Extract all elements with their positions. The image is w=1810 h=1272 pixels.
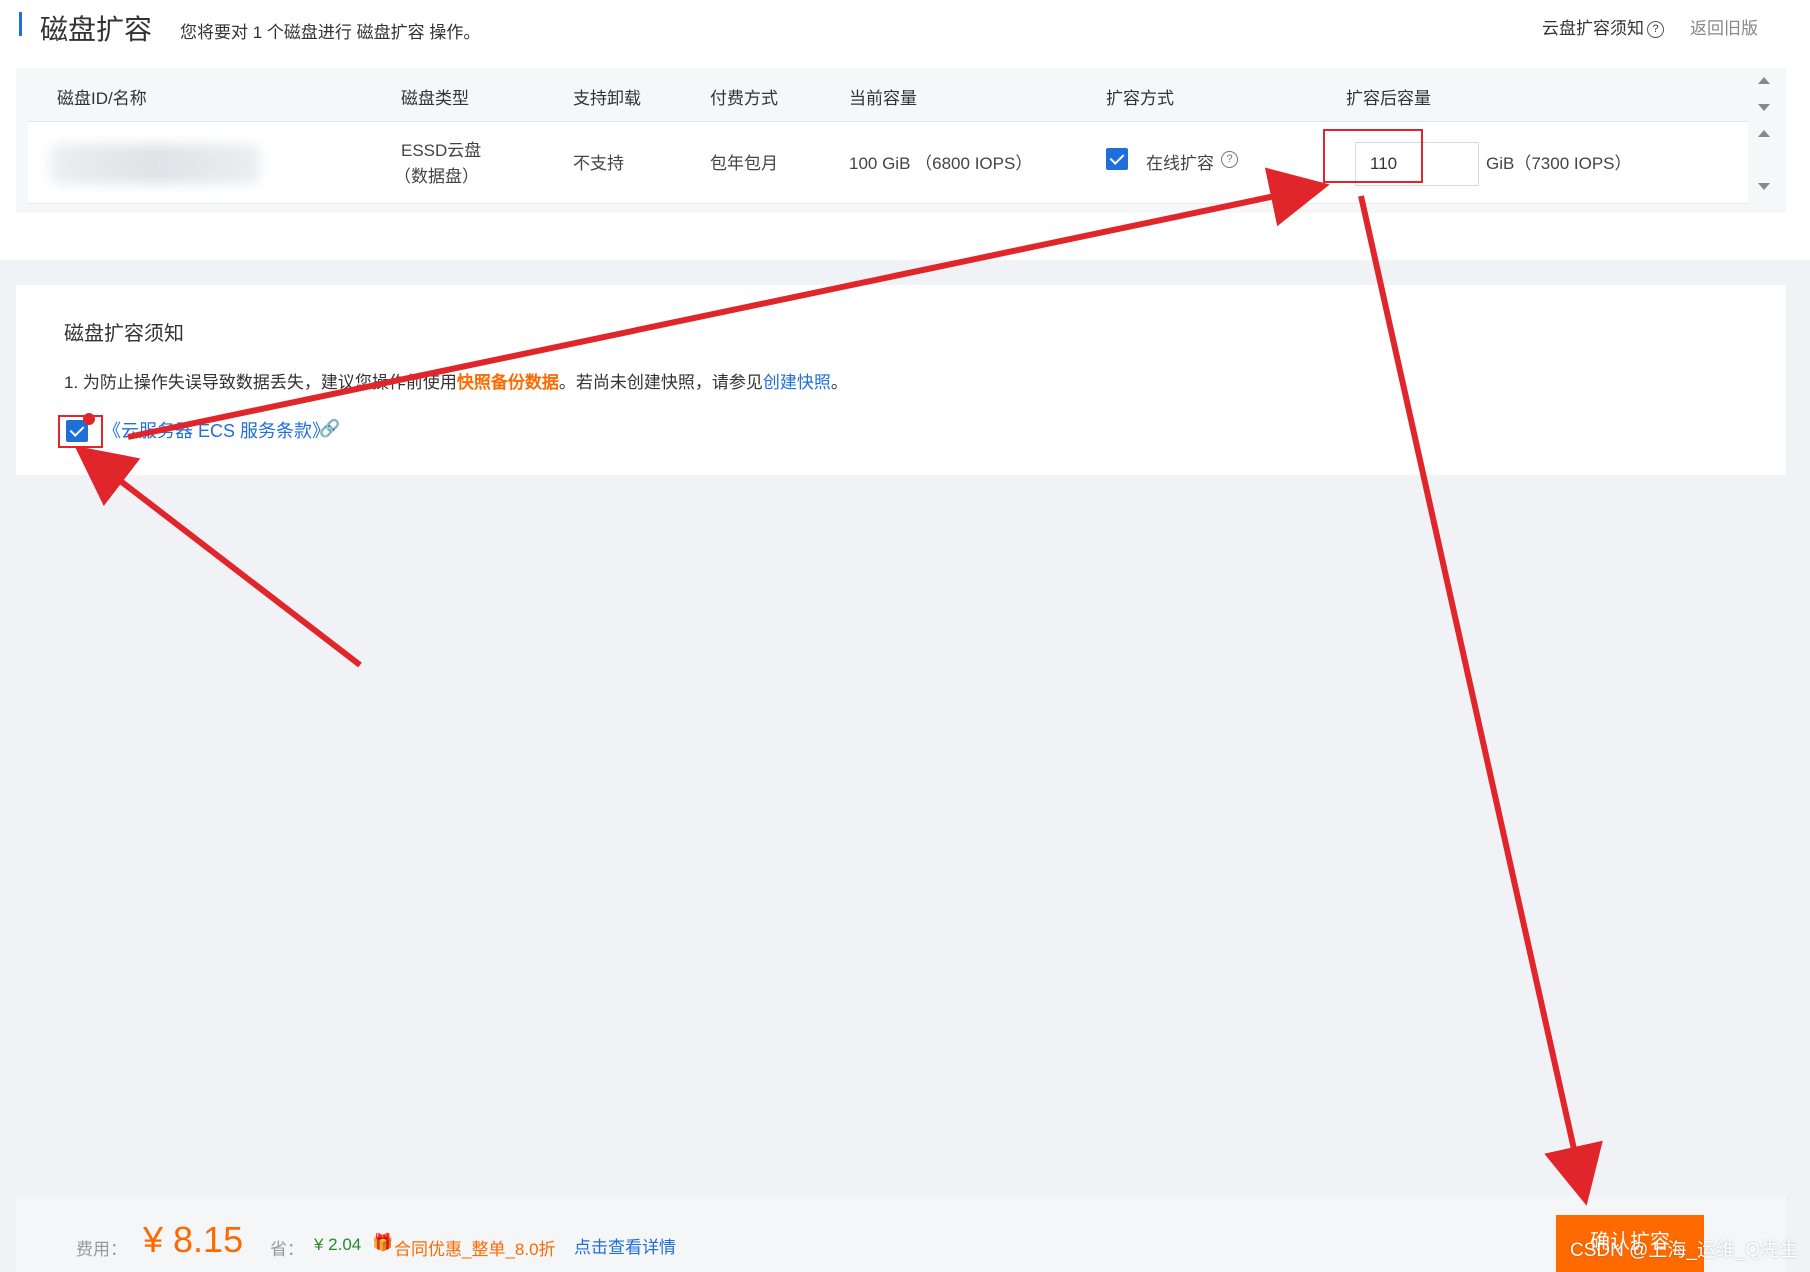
current-capacity-value: 100 GiB （6800 IOPS） [849,154,1033,173]
save-amount: ¥ 2.04 [314,1235,362,1254]
notice-line-1: 1. 为防止操作失误导致数据丢失，建议您操作前使用快照备份数据。若尚未创建快照，… [64,368,848,393]
notice-title: 磁盘扩容须知 [64,323,184,345]
page-title: 磁盘扩容 [40,14,153,45]
page-description: 您将要对 1 个磁盘进行 磁盘扩容 操作。 [180,23,481,42]
link-icon[interactable]: 🔗 [319,419,340,439]
notice-link-label: 云盘扩容须知 [1542,19,1644,38]
scroll-up-icon[interactable] [1758,130,1770,137]
online-expand-checkbox[interactable] [1106,148,1128,170]
save-label: 省： [270,1240,304,1259]
scroll-up-icon[interactable] [1758,77,1770,84]
disk-id-blurred [50,144,260,184]
disk-type-line2: （数据盘） [394,167,479,186]
column-billing: 付费方式 [710,89,778,108]
snapshot-backup-highlight: 快照备份数据 [456,373,559,392]
fee-amount: ¥ 8.15 [143,1219,244,1260]
notice-panel: 磁盘扩容须知 1. 为防止操作失误导致数据丢失，建议您操作前使用快照备份数据。若… [16,285,1786,475]
expand-mode-label: 在线扩容 [1146,154,1214,173]
detachable-value: 不支持 [573,154,624,173]
back-to-old-version-link[interactable]: 返回旧版 [1690,14,1758,39]
disk-table: 磁盘ID/名称 磁盘类型 支持卸载 付费方式 当前容量 扩容方式 扩容后容量 E… [16,68,1786,213]
fee-label: 费用： [76,1240,127,1259]
title-bar: 磁盘扩容 您将要对 1 个磁盘进行 磁盘扩容 操作。 云盘扩容须知? 返回旧版 [0,0,1810,56]
notice-text-suffix: 。 [830,373,848,392]
table-header: 磁盘ID/名称 磁盘类型 支持卸载 付费方式 当前容量 扩容方式 扩容后容量 [28,68,1748,122]
column-expand-mode: 扩容方式 [1106,89,1174,108]
annotation-red-dot [83,413,95,425]
footer-bar: 费用： ¥ 8.15 省： ¥ 2.04 🎁 合同优惠_整单_8.0折 点击查看… [16,1195,1786,1272]
title-accent-bar [19,12,22,36]
new-capacity-unit: GiB（7300 IOPS） [1486,154,1632,173]
ecs-terms-link[interactable]: 《云服务器 ECS 服务条款》 [103,417,330,443]
annotation-checkbox-highlight [58,415,103,448]
table-row: ESSD云盘 （数据盘） 不支持 包年包月 100 GiB （6800 IOPS… [28,122,1748,204]
column-new-capacity: 扩容后容量 [1346,89,1431,108]
notice-text-middle: 。若尚未创建快照，请参见 [558,373,763,392]
scroll-down-icon[interactable] [1758,104,1770,111]
column-disk-id: 磁盘ID/名称 [57,89,147,108]
question-circle-icon: ? [1647,21,1664,39]
notice-text-prefix: 1. 为防止操作失误导致数据丢失，建议您操作前使用 [64,373,457,392]
top-panel: 磁盘扩容 您将要对 1 个磁盘进行 磁盘扩容 操作。 云盘扩容须知? 返回旧版 … [0,0,1810,260]
watermark: CSDN @上海_运维_Q先生 [1570,1240,1799,1261]
disk-expand-notice-link[interactable]: 云盘扩容须知? [1542,14,1664,39]
annotation-capacity-highlight [1323,129,1423,183]
column-detachable: 支持卸载 [573,89,641,108]
gift-icon: 🎁 [372,1233,394,1252]
view-details-link[interactable]: 点击查看详情 [574,1233,676,1258]
disk-type-line1: ESSD云盘 [401,141,482,160]
create-snapshot-link[interactable]: 创建快照 [763,373,831,392]
arrow-to-checkbox [74,445,362,668]
column-current-capacity: 当前容量 [849,89,917,108]
billing-value: 包年包月 [710,154,778,173]
question-circle-icon[interactable]: ? [1221,151,1238,168]
column-disk-type: 磁盘类型 [401,89,469,108]
scroll-down-icon[interactable] [1758,183,1770,190]
promo-text: 合同优惠_整单_8.0折 [394,1240,556,1259]
